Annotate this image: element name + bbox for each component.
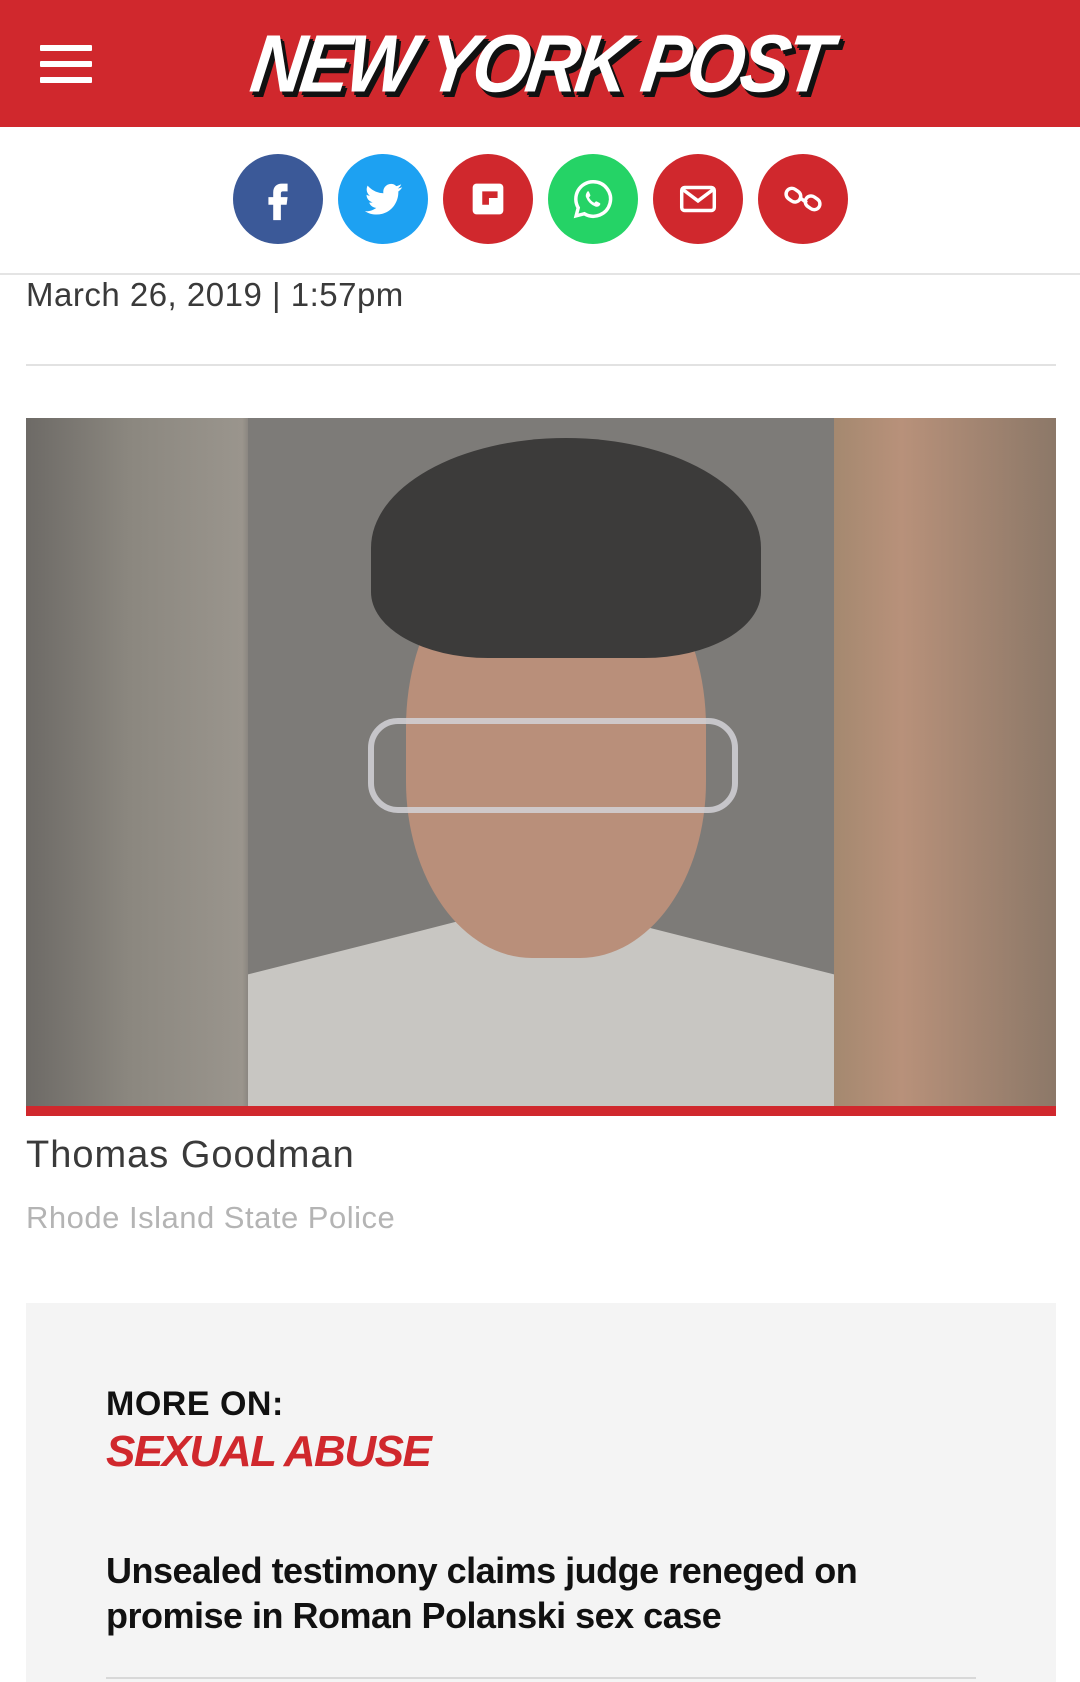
- email-share-button[interactable]: [653, 154, 743, 244]
- link-icon: [784, 186, 822, 212]
- whatsapp-icon: [573, 180, 613, 219]
- flipboard-share-button[interactable]: [443, 154, 533, 244]
- share-bar: [0, 127, 1080, 275]
- article-dateline: March 26, 2019 | 1:57pm: [26, 276, 404, 313]
- copy-link-button[interactable]: [758, 154, 848, 244]
- photo-credit: Rhode Island State Police: [26, 1200, 396, 1235]
- photo-caption: Thomas Goodman: [26, 1134, 355, 1176]
- divider: [106, 1677, 976, 1679]
- email-icon: [679, 185, 717, 213]
- site-logo[interactable]: NEW YORK POST: [243, 13, 837, 112]
- more-on-topic-link[interactable]: SEXUAL ABUSE: [106, 1427, 432, 1477]
- photo-accent-bar: [26, 1106, 1056, 1116]
- flipboard-icon: [472, 183, 504, 215]
- twitter-icon: [364, 183, 403, 215]
- hamburger-menu-icon[interactable]: [40, 45, 92, 83]
- facebook-share-button[interactable]: [233, 154, 323, 244]
- article-photo[interactable]: [26, 418, 1056, 1106]
- whatsapp-share-button[interactable]: [548, 154, 638, 244]
- related-article-link[interactable]: Unsealed testimony claims judge reneged …: [106, 1548, 906, 1638]
- twitter-share-button[interactable]: [338, 154, 428, 244]
- more-on-label: MORE ON:: [106, 1385, 284, 1423]
- divider: [26, 364, 1056, 366]
- facebook-icon: [268, 183, 288, 221]
- more-on-module: MORE ON: SEXUAL ABUSE Unsealed testimony…: [26, 1303, 1056, 1682]
- site-header: NEW YORK POST: [0, 0, 1080, 127]
